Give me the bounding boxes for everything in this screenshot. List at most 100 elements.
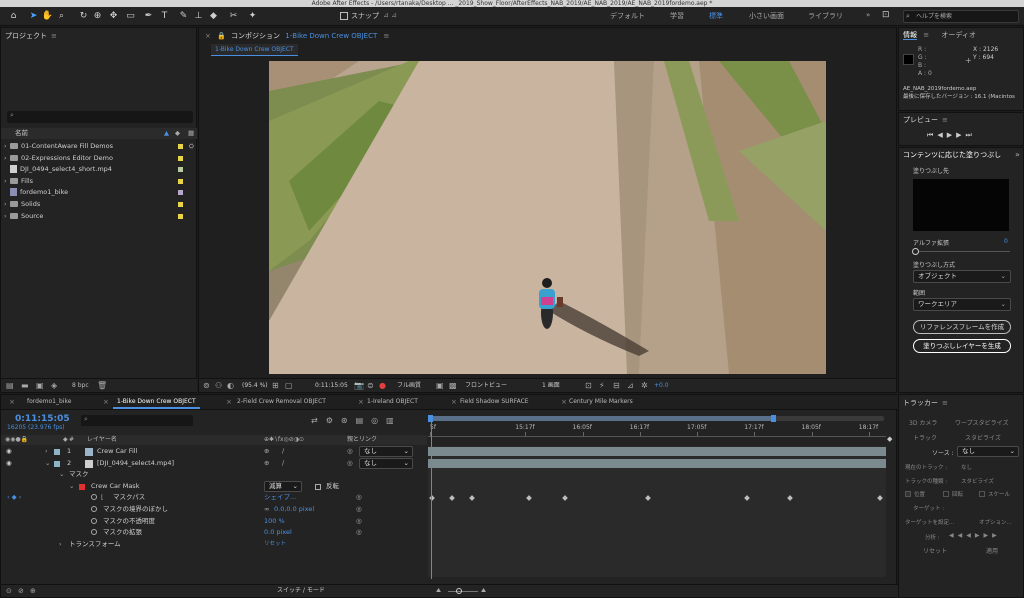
project-item[interactable]: › 02-Expressions Editor Demo: [1, 153, 197, 165]
draft-3d-icon[interactable]: ⚙: [326, 416, 341, 425]
brush-tool-icon[interactable]: ✎: [178, 10, 189, 21]
keyframe-diamond[interactable]: [449, 495, 456, 502]
graph-editor-icon[interactable]: ▥: [386, 416, 402, 425]
expand-panel-icon[interactable]: »: [1015, 150, 1020, 159]
lock-icon[interactable]: 🔒: [217, 32, 226, 40]
quality-switch-icon[interactable]: ∕: [282, 458, 284, 470]
time-ruler[interactable]: 5f 15:17f 16:05f 16:17f 17:05f 17:17f 18:05f 18…: [428, 415, 886, 445]
fast-previews-icon[interactable]: ⚡: [599, 379, 605, 392]
label-color-swatch[interactable]: [178, 213, 183, 219]
always-preview-icon[interactable]: ⊚: [203, 379, 210, 392]
layer-bar[interactable]: [428, 447, 886, 456]
workspace-small-screen[interactable]: 小さい画面: [749, 11, 784, 21]
zoom-slider[interactable]: [448, 591, 478, 592]
work-area-end-handle[interactable]: [771, 415, 776, 422]
collapse-arrow-icon[interactable]: ⌄: [59, 469, 64, 481]
warp-stabilizer-button[interactable]: ワープスタビライズ: [955, 418, 1008, 427]
pen-tool-icon[interactable]: ✒: [143, 10, 154, 21]
stopwatch-icon[interactable]: [91, 492, 100, 504]
rotate-tool-icon[interactable]: ↻: [78, 10, 89, 21]
motion-blur-icon[interactable]: ◎: [371, 416, 386, 425]
interpret-footage-icon[interactable]: ▤: [6, 381, 14, 390]
expand-arrow-icon[interactable]: ›: [1, 153, 10, 165]
fill-method-dropdown[interactable]: オブジェクト ⌄: [913, 270, 1011, 283]
tab-field-shadow[interactable]: Field Shadow SURFACE: [456, 395, 533, 409]
pickwhip-icon[interactable]: ◎: [356, 492, 362, 504]
work-area-range[interactable]: [430, 416, 773, 421]
composition-name[interactable]: 1-Bike Down Crew OBJECT: [285, 32, 377, 40]
column-parent[interactable]: 親とリンク: [347, 435, 377, 445]
tab-field-crew-removal[interactable]: 2-Field Crew Removal OBJECT: [233, 395, 330, 409]
layer-bar[interactable]: [428, 458, 886, 468]
transform-reset-link[interactable]: リセット: [264, 539, 286, 551]
project-search-input[interactable]: ⌕: [7, 111, 193, 123]
zoom-slider-handle[interactable]: [456, 588, 462, 594]
shy-switch-icon[interactable]: ⊕: [264, 446, 269, 458]
comp-flowchart-icon[interactable]: ⇄: [311, 416, 326, 425]
project-item[interactable]: › Fills: [1, 176, 197, 188]
keyframe-diamond[interactable]: [525, 495, 532, 502]
transfer-controls-icon[interactable]: ⊘: [18, 585, 24, 597]
transform-row[interactable]: › トランスフォーム リセット: [1, 539, 427, 551]
stabilize-motion-button[interactable]: スタビライズ: [965, 433, 1001, 442]
transparency-grid-icon[interactable]: ▩: [449, 379, 457, 392]
eye-icon[interactable]: ◉: [6, 446, 12, 458]
eraser-tool-icon[interactable]: ◆: [208, 10, 219, 21]
layer-name[interactable]: Crew Car Fill: [97, 446, 137, 458]
quality-switch-icon[interactable]: ∕: [282, 446, 284, 458]
puppet-tool-icon[interactable]: ✦: [247, 10, 258, 21]
property-value[interactable]: 0.0 pixel: [264, 527, 292, 539]
scale-checkbox[interactable]: [979, 491, 985, 497]
property-value[interactable]: 100 %: [264, 516, 285, 528]
region-of-interest-icon[interactable]: ▣: [436, 379, 444, 392]
mask-property-row[interactable]: マスクの境界のぼかし ∞ 0.0,0.0 pixel ◎: [1, 504, 427, 516]
project-settings-icon[interactable]: ◈: [51, 381, 57, 390]
shy-icon[interactable]: ⊛: [341, 416, 356, 425]
mask-property-row[interactable]: マスクの拡張 0.0 pixel ◎: [1, 527, 427, 539]
workspace-default[interactable]: デフォルト: [610, 11, 645, 21]
expand-arrow-icon[interactable]: ›: [45, 446, 48, 458]
label-color-swatch[interactable]: [54, 460, 60, 467]
label-color-swatch[interactable]: [178, 202, 183, 207]
pickwhip-icon[interactable]: ◎: [347, 446, 353, 458]
layer-row[interactable]: ◉ ⌄ 2 [DJI_0494_select4.mp4] ⊕ ∕ ◎ なし ⌄: [1, 457, 427, 470]
vr-icon[interactable]: ⚇: [215, 379, 222, 392]
pickwhip-icon[interactable]: ◎: [356, 527, 362, 539]
label-color-swatch[interactable]: [178, 190, 183, 196]
mask-mode-dropdown[interactable]: 減算 ⌄: [264, 480, 302, 492]
mask-row[interactable]: ⌄ Crew Car Mask 減算 ⌄ 反転: [1, 480, 427, 493]
stopwatch-icon[interactable]: [91, 527, 100, 539]
stopwatch-icon[interactable]: [91, 516, 100, 528]
rotation-checkbox[interactable]: [943, 491, 949, 497]
workspace-standard[interactable]: 標準: [709, 11, 723, 21]
keyframe-diamond[interactable]: [786, 495, 793, 502]
title-safe-icon[interactable]: ⊞: [272, 379, 279, 392]
alpha-slider-handle[interactable]: [912, 248, 919, 255]
eye-icon[interactable]: ◉: [6, 458, 12, 470]
shy-switch-icon[interactable]: ⊕: [264, 458, 269, 470]
label-color-swatch[interactable]: [54, 449, 60, 455]
invert-checkbox[interactable]: [315, 483, 321, 490]
timeline-tracks[interactable]: [428, 446, 886, 577]
label-color-swatch[interactable]: [178, 167, 183, 173]
color-channel-icon[interactable]: ●: [379, 379, 386, 392]
keyframe-diamond[interactable]: [744, 495, 750, 502]
type-tool-icon[interactable]: T: [159, 10, 170, 21]
previous-frame-icon[interactable]: ◀: [937, 131, 946, 139]
layer-name[interactable]: [DJI_0494_select4.mp4]: [97, 458, 174, 470]
timeline-search-input[interactable]: ⌕: [81, 415, 193, 426]
bit-depth-button[interactable]: 8 bpc: [72, 382, 89, 389]
close-icon[interactable]: ×: [226, 398, 232, 406]
expand-arrow-icon[interactable]: ›: [1, 199, 10, 211]
options-button[interactable]: オプション...: [979, 518, 1012, 526]
new-folder-icon[interactable]: ▬: [21, 381, 29, 390]
analyze-back-all-icon[interactable]: ◀◀: [949, 532, 966, 539]
comp-end-marker-icon[interactable]: ◆: [887, 435, 895, 447]
project-column-header[interactable]: 名前 ▲ ◆ ▦: [1, 128, 197, 139]
exposure-value[interactable]: +0.0: [654, 379, 669, 392]
keyframe-nav-icon[interactable]: ‹ ◆ ›: [7, 492, 21, 504]
keyframe-diamond[interactable]: [561, 495, 568, 502]
tab-bike-down-crew[interactable]: 1-Bike Down Crew OBJECT: [113, 395, 200, 409]
project-item[interactable]: DJI_0494_select4_short.mp4: [1, 164, 197, 176]
workspace-more-icon[interactable]: »: [866, 11, 870, 19]
